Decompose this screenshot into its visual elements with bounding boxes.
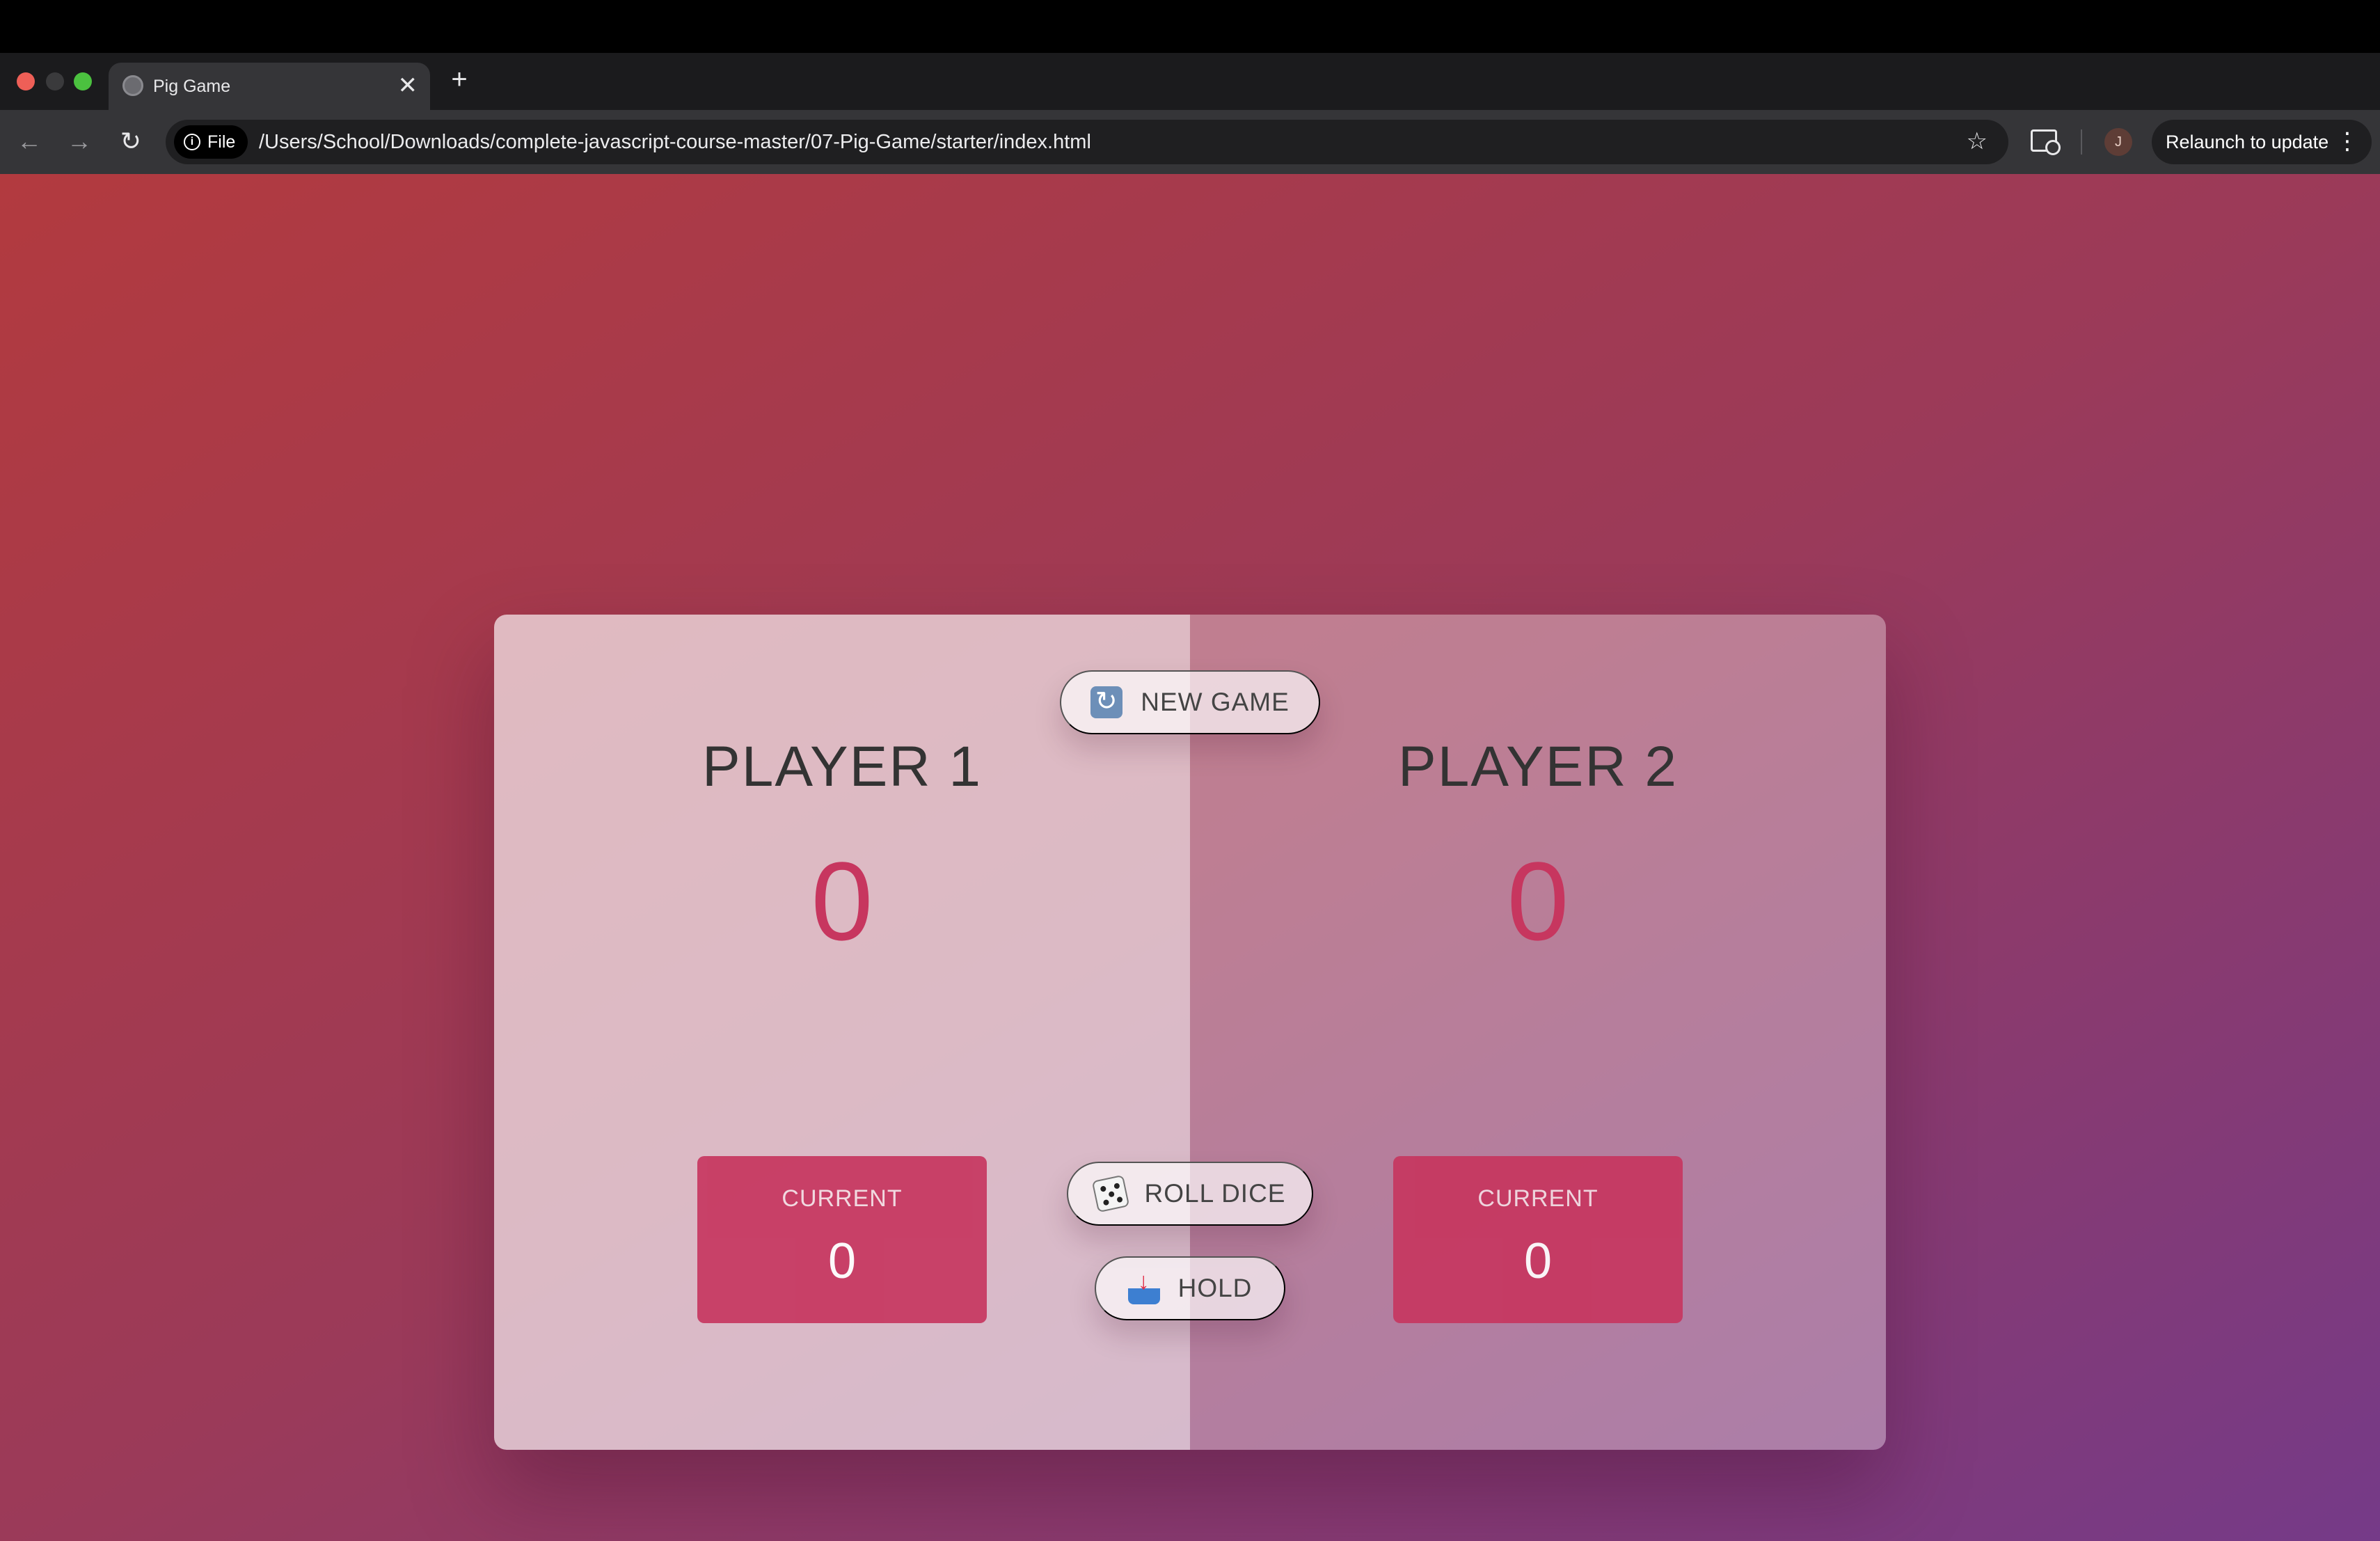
player-1-current-box: CURRENT 0: [697, 1156, 987, 1323]
refresh-icon: [1090, 686, 1123, 718]
relaunch-label: Relaunch to update: [2166, 132, 2329, 152]
tab-title: Pig Game: [153, 77, 231, 96]
new-game-button[interactable]: NEW GAME: [1060, 670, 1320, 734]
toolbar-divider: [2081, 129, 2082, 155]
dice-icon: [1091, 1174, 1129, 1213]
hold-label: HOLD: [1177, 1274, 1253, 1302]
page-viewport: PLAYER 1 0 CURRENT 0 PLAYER 2 0 CURRENT …: [0, 174, 2380, 1541]
forward-button[interactable]: →: [60, 110, 99, 174]
close-window-button[interactable]: [17, 72, 35, 90]
player-1-name: PLAYER 1: [702, 735, 982, 798]
info-icon: i: [184, 134, 200, 150]
new-tab-button[interactable]: +: [445, 63, 473, 97]
minimize-window-button[interactable]: [46, 72, 64, 90]
back-button[interactable]: ←: [10, 110, 49, 174]
game-board: PLAYER 1 0 CURRENT 0 PLAYER 2 0 CURRENT …: [494, 615, 1886, 1450]
star-icon[interactable]: ☆: [1967, 120, 1988, 164]
window-titlebar: [0, 0, 2380, 53]
player-2-current-box: CURRENT 0: [1393, 1156, 1683, 1323]
player-2-current-score: 0: [1523, 1233, 1553, 1289]
roll-dice-label: ROLL DICE: [1144, 1179, 1286, 1208]
file-chip-label: File: [207, 132, 236, 152]
relaunch-button[interactable]: Relaunch to update ⋮: [2152, 120, 2372, 164]
player-1-current-label: CURRENT: [782, 1185, 903, 1212]
avatar[interactable]: J: [2104, 128, 2132, 156]
globe-icon: [122, 75, 143, 96]
reload-button[interactable]: ↻: [111, 110, 150, 174]
url-text[interactable]: /Users/School/Downloads/complete-javascr…: [259, 120, 1091, 164]
address-bar[interactable]: i File /Users/School/Downloads/complete-…: [166, 120, 2008, 164]
inbox-tray-icon: [1127, 1268, 1160, 1304]
player-1-current-score: 0: [827, 1233, 857, 1289]
kebab-menu-icon[interactable]: ⋮: [2335, 120, 2359, 164]
player-2-panel: PLAYER 2 0 CURRENT 0: [1190, 615, 1886, 1450]
tab-pig-game[interactable]: Pig Game ✕: [109, 63, 430, 110]
roll-dice-button[interactable]: ROLL DICE: [1067, 1162, 1313, 1226]
cast-icon[interactable]: [2031, 129, 2061, 155]
close-tab-icon[interactable]: ✕: [398, 63, 418, 110]
player-1-score: 0: [811, 839, 873, 963]
player-2-current-label: CURRENT: [1477, 1185, 1598, 1212]
maximize-window-button[interactable]: [74, 72, 92, 90]
new-game-label: NEW GAME: [1141, 688, 1290, 716]
site-info-chip[interactable]: i File: [174, 125, 248, 159]
hold-button[interactable]: HOLD: [1095, 1256, 1285, 1320]
player-2-score: 0: [1507, 839, 1569, 963]
player-2-name: PLAYER 2: [1398, 735, 1678, 798]
player-1-panel: PLAYER 1 0 CURRENT 0: [494, 615, 1190, 1450]
